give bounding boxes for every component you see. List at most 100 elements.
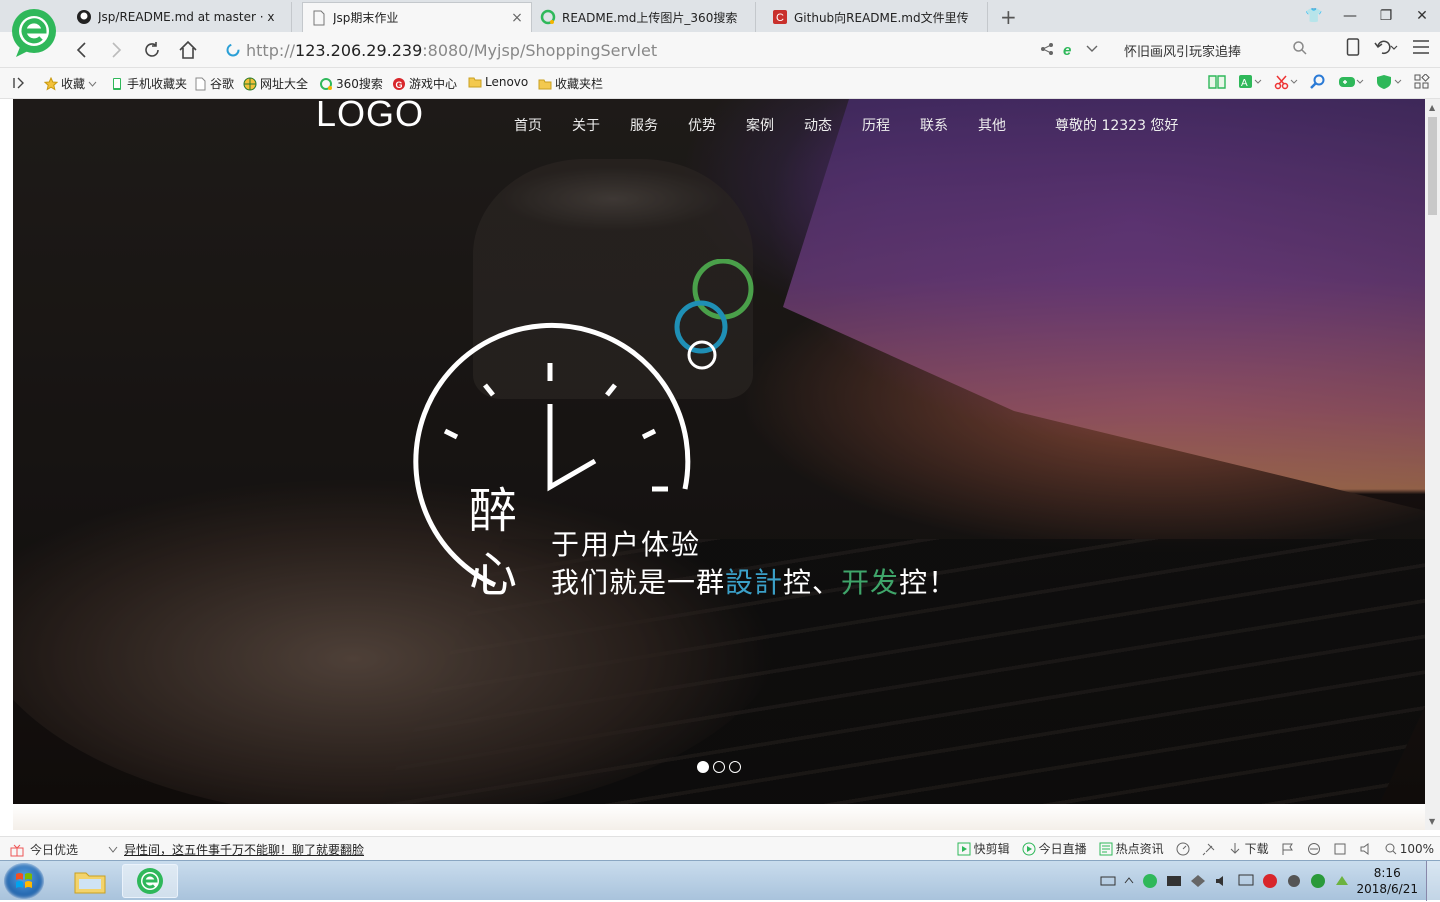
forward-button[interactable] (104, 38, 128, 62)
flag-icon[interactable] (1281, 842, 1295, 856)
speed-icon[interactable] (1176, 842, 1190, 856)
site-nav: 首页 关于 服务 优势 案例 动态 历程 联系 其他 (499, 115, 1021, 135)
live-icon (1022, 842, 1036, 855)
nav-services[interactable]: 服务 (615, 115, 673, 135)
tab-jsp-readme[interactable]: Jsp/README.md at master · x (68, 2, 292, 32)
nav-advantages[interactable]: 优势 (673, 115, 731, 135)
nav-home[interactable]: 首页 (499, 115, 557, 135)
nav-contact[interactable]: 联系 (905, 115, 963, 135)
monitor-icon[interactable] (1238, 873, 1254, 889)
tab-jsp-final[interactable]: Jsp期末作业 × (302, 2, 532, 32)
chevron-up-icon[interactable] (1124, 875, 1134, 887)
browser-logo-icon[interactable] (10, 7, 58, 59)
tab-360-search[interactable]: README.md上传图片_360搜索 (532, 2, 756, 32)
bookmark-lenovo[interactable]: Lenovo (468, 75, 528, 89)
start-button[interactable] (4, 863, 44, 899)
bookmark-site-directory[interactable]: 网址大全 (243, 75, 308, 92)
bookmark-mobile[interactable]: 手机收藏夹 (110, 75, 187, 92)
browser-tray-icon[interactable] (1142, 873, 1158, 889)
pin-icon[interactable] (1202, 842, 1216, 856)
bookmark-favorites-bar[interactable]: 收藏夹栏 (538, 75, 603, 92)
skin-icon[interactable]: 👕 (1296, 0, 1332, 32)
update-icon[interactable] (1334, 873, 1350, 889)
browser-logo-icon (137, 868, 163, 894)
chevron-left-icon (76, 42, 86, 58)
translate-icon[interactable]: A (1238, 74, 1262, 90)
search-input[interactable]: 怀旧画风引玩家追捧 (1114, 38, 1314, 62)
window-controls: 👕 — ❐ ✕ (1296, 0, 1440, 32)
taskbar-browser[interactable] (122, 864, 178, 898)
vertical-scrollbar[interactable]: ▲ ▼ (1425, 99, 1440, 830)
volume-icon[interactable] (1214, 873, 1230, 889)
zoom-control[interactable]: 100% (1385, 842, 1434, 856)
url-field[interactable]: http://123.206.29.239:8080/Myjsp/Shoppin… (226, 40, 657, 60)
bookmark-360-search[interactable]: 360搜索 (319, 75, 383, 92)
chevron-down-icon[interactable] (1086, 45, 1098, 53)
shield-icon[interactable] (1376, 74, 1402, 90)
restore-icon[interactable]: ❐ (1368, 0, 1404, 32)
network-icon[interactable] (1190, 873, 1206, 889)
system-clock[interactable]: 8:16 2018/6/21 (1356, 865, 1418, 897)
undo-icon[interactable] (1374, 38, 1398, 56)
gamepad-icon[interactable] (1338, 74, 1364, 90)
bookmark-label: 谷歌 (210, 77, 235, 91)
bookmark-game-center[interactable]: G 游戏中心 (392, 75, 457, 92)
carousel-dot-1[interactable] (697, 761, 709, 773)
tab-github-readme[interactable]: C Github向README.md文件里传 (764, 2, 988, 32)
download-button[interactable]: 下载 (1228, 840, 1269, 857)
share-icon[interactable] (1040, 42, 1054, 56)
close-window-icon[interactable]: ✕ (1404, 0, 1440, 32)
ie-icon[interactable] (1307, 842, 1321, 856)
search-icon[interactable] (1292, 40, 1308, 56)
scrollbar-thumb[interactable] (1428, 117, 1437, 215)
carousel-indicators (697, 761, 741, 773)
keyboard-icon[interactable] (1100, 875, 1116, 887)
bookmarks-bar: 收藏 手机收藏夹 谷歌 网址大全 360搜索 G 游戏中心 Lenovo 收藏夹… (0, 68, 1440, 99)
scroll-down-icon[interactable]: ▼ (1429, 817, 1435, 826)
status-item-label: 今日直播 (1038, 842, 1087, 856)
nav-about[interactable]: 关于 (557, 115, 615, 135)
security-tray-icon[interactable] (1262, 873, 1278, 889)
close-tab-icon[interactable]: × (511, 10, 523, 26)
nav-history[interactable]: 历程 (847, 115, 905, 135)
browser-status-bar: 今日优选 异性间，这五件事千万不能聊！聊了就要翻脸 快剪辑 今日直播 热点资讯 … (0, 836, 1440, 860)
carousel-dot-2[interactable] (713, 761, 725, 773)
news-headline[interactable]: 异性间，这五件事千万不能聊！聊了就要翻脸 (124, 841, 364, 858)
phone-icon (113, 77, 121, 90)
live-button[interactable]: 今日直播 (1022, 840, 1087, 857)
scroll-up-icon[interactable]: ▲ (1429, 103, 1435, 112)
menu-icon[interactable] (1412, 40, 1430, 54)
news-ticker[interactable]: 异性间，这五件事千万不能聊！聊了就要翻脸 (108, 841, 364, 858)
site-logo[interactable]: LOGO (316, 99, 424, 135)
minimize-icon[interactable]: — (1332, 0, 1368, 32)
reader-icon[interactable] (1208, 74, 1226, 90)
bookmark-favorites[interactable]: 收藏 (44, 75, 97, 92)
clock-time: 8:16 (1373, 866, 1401, 880)
today-pick[interactable]: 今日优选 (10, 841, 78, 858)
show-desktop-button[interactable] (1426, 861, 1440, 901)
nav-cases[interactable]: 案例 (731, 115, 789, 135)
ime-icon[interactable] (1166, 873, 1182, 889)
nav-news[interactable]: 动态 (789, 115, 847, 135)
camera-icon[interactable] (1286, 873, 1302, 889)
phone-icon[interactable] (1346, 38, 1360, 56)
sidebar-toggle-icon[interactable] (12, 77, 26, 89)
quick-edit-button[interactable]: 快剪辑 (957, 840, 1010, 857)
search-icon[interactable] (1310, 74, 1326, 90)
refresh-button[interactable] (140, 38, 164, 62)
home-button[interactable] (176, 38, 200, 62)
back-button[interactable] (70, 38, 94, 62)
nav-other[interactable]: 其他 (963, 115, 1021, 135)
bookmark-google[interactable]: 谷歌 (193, 75, 234, 92)
accelerator-icon[interactable] (1310, 873, 1326, 889)
taskbar-explorer[interactable] (62, 864, 118, 898)
hot-news-button[interactable]: 热点资讯 (1099, 840, 1164, 857)
new-tab-button[interactable]: + (1000, 5, 1017, 29)
speaker-icon[interactable] (1359, 842, 1373, 856)
carousel-dot-3[interactable] (729, 761, 741, 773)
window-icon[interactable] (1333, 842, 1347, 856)
scissors-icon[interactable] (1274, 74, 1298, 90)
browser-mode-icon[interactable]: e (1062, 41, 1078, 57)
folder-icon (538, 79, 552, 89)
apps-grid-icon[interactable] (1414, 74, 1430, 90)
